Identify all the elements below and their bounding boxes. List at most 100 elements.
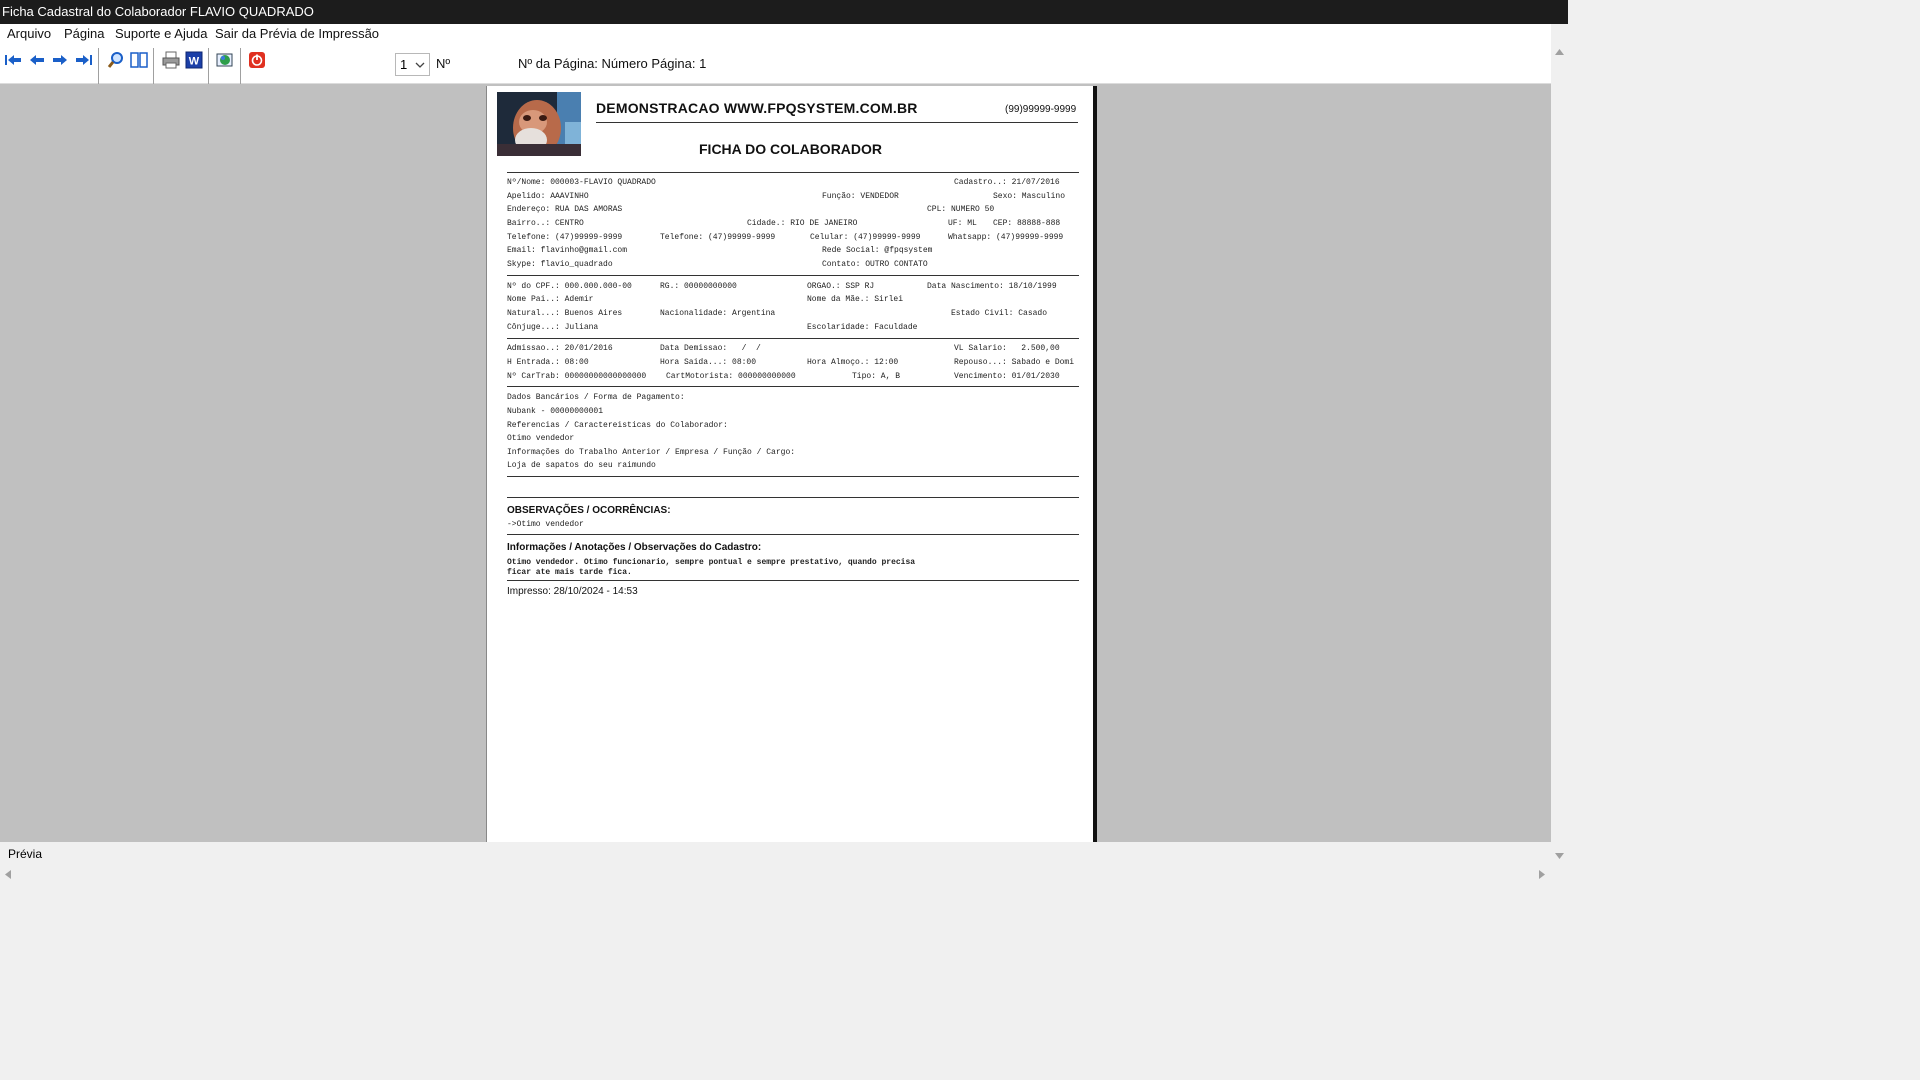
- field-escolaridade: Escolaridade: Faculdade: [807, 323, 918, 332]
- divider: [507, 275, 1079, 276]
- scroll-down-icon[interactable]: [1555, 853, 1564, 859]
- last-page-button[interactable]: [74, 50, 94, 70]
- field-nacionalidade: Nacionalidade: Argentina: [660, 309, 776, 318]
- field-cartrab: Nº CarTrab: 00000000000000000: [507, 372, 647, 381]
- menu-sair-previa[interactable]: Sair da Prévia de Impressão: [215, 26, 379, 41]
- field-orgao: ORGAO.: SSP RJ: [807, 282, 875, 291]
- close-preview-button[interactable]: [247, 50, 267, 70]
- field-natural: Natural...: Buenos Aires: [507, 309, 623, 318]
- field-apelido: Apelido: AAAVINHO: [507, 192, 589, 201]
- printed-timestamp: Impresso: 28/10/2024 - 14:53: [507, 586, 638, 597]
- field-funcao: Função: VENDEDOR: [822, 192, 899, 201]
- previous-page-button[interactable]: [27, 50, 47, 70]
- scrollbar-corner: [1551, 866, 1568, 882]
- field-endereco: Endereço: RUA DAS AMORAS: [507, 205, 623, 214]
- field-conjuge: Cônjuge...: Juliana: [507, 323, 599, 332]
- first-page-button[interactable]: [3, 50, 23, 70]
- web-export-button[interactable]: [215, 50, 235, 70]
- previous-job-value: Loja de sapatos do seu raimundo: [507, 461, 656, 470]
- field-salario: VL Salario: 2.500,00: [954, 344, 1060, 353]
- field-celular: Celular: (47)99999-9999: [810, 233, 921, 242]
- divider: [507, 534, 1079, 535]
- menu-bar: Arquivo Página Suporte e Ajuda Sair da P…: [0, 24, 1551, 44]
- field-almoco: Hora Almoço.: 12:00: [807, 358, 899, 367]
- window-title: Ficha Cadastral do Colaborador FLAVIO QU…: [0, 0, 1568, 24]
- employee-photo: [497, 92, 581, 156]
- report-page: DEMONSTRACAO WWW.FPQSYSTEM.COM.BR (99)99…: [486, 86, 1097, 842]
- page-layout-icon: [130, 52, 148, 68]
- zoom-icon: [107, 52, 123, 68]
- print-button[interactable]: [161, 50, 181, 70]
- field-nome: Nº/Nome: 000003-FLAVIO QUADRADO: [507, 178, 656, 187]
- scroll-up-icon[interactable]: [1555, 49, 1564, 55]
- page-info-text: Nº da Página: Número Página: 1: [518, 56, 707, 71]
- report-title: FICHA DO COLABORADOR: [699, 141, 883, 157]
- references-label: Referencias / Caractereisticas do Colabo…: [507, 421, 728, 430]
- notes-line-1: Otimo vendedor. Otimo funcionario, sempr…: [507, 558, 916, 567]
- field-contato: Contato: OUTRO CONTATO: [822, 260, 928, 269]
- company-name: DEMONSTRACAO WWW.FPQSYSTEM.COM.BR: [596, 100, 918, 116]
- zoom-button[interactable]: [106, 50, 126, 70]
- status-text: Prévia: [8, 847, 43, 861]
- page-layout-button[interactable]: [129, 50, 149, 70]
- field-email: Email: flavinho@gmail.com: [507, 246, 628, 255]
- divider: [507, 338, 1079, 339]
- toolbar: W 1 Nº Nº da Página: Número Página: 1: [0, 44, 1551, 84]
- menu-pagina[interactable]: Página: [64, 26, 104, 41]
- next-page-button[interactable]: [50, 50, 70, 70]
- scroll-left-icon[interactable]: [5, 870, 11, 879]
- vertical-scrollbar[interactable]: [1551, 44, 1568, 866]
- field-cpf: Nº do CPF.: 000.000.000-00: [507, 282, 632, 291]
- print-icon: [162, 51, 180, 69]
- menu-arquivo[interactable]: Arquivo: [7, 26, 51, 41]
- word-export-icon: W: [185, 51, 203, 69]
- field-saida: Hora Saida...: 08:00: [660, 358, 757, 367]
- print-preview-area[interactable]: DEMONSTRACAO WWW.FPQSYSTEM.COM.BR (99)99…: [0, 84, 1551, 842]
- toolbar-separator: [208, 48, 209, 84]
- notes-line-2: ficar ate mais tarde fica.: [507, 568, 632, 577]
- chevron-down-icon: [415, 62, 425, 68]
- divider: [507, 497, 1079, 498]
- toolbar-separator: [98, 48, 99, 84]
- bank-label: Dados Bancários / Forma de Pagamento:: [507, 393, 685, 402]
- toolbar-separator: [153, 48, 154, 84]
- field-tipo: Tipo: A, B: [852, 372, 901, 381]
- references-value: Otimo vendedor: [507, 434, 575, 443]
- page-no-label: Nº: [436, 56, 451, 71]
- divider: [507, 386, 1079, 387]
- observations-title: OBSERVAÇÕES / OCORRÊNCIAS:: [507, 505, 671, 516]
- field-vencimento: Vencimento: 01/01/2030: [954, 372, 1060, 381]
- divider: [507, 476, 1079, 477]
- divider: [596, 122, 1078, 123]
- field-whatsapp: Whatsapp: (47)99999-9999: [948, 233, 1064, 242]
- word-export-button[interactable]: W: [184, 50, 204, 70]
- field-uf: UF: ML: [948, 219, 977, 228]
- bank-value: Nubank - 00000000001: [507, 407, 604, 416]
- field-mae: Nome da Mãe.: Sirlei: [807, 295, 904, 304]
- field-repouso: Repouso...: Sabado e Domi: [954, 358, 1075, 367]
- field-telefone1: Telefone: (47)99999-9999: [507, 233, 623, 242]
- field-sexo: Sexo: Masculino: [993, 192, 1066, 201]
- divider: [507, 580, 1079, 581]
- next-page-icon: [53, 55, 67, 65]
- field-rede-social: Rede Social: @fpqsystem: [822, 246, 933, 255]
- status-bar: Prévia: [0, 842, 1551, 866]
- scroll-right-icon[interactable]: [1539, 870, 1545, 879]
- field-cpl: CPL: NUMERO 50: [927, 205, 995, 214]
- horizontal-scrollbar[interactable]: [0, 866, 1551, 882]
- field-bairro: Bairro..: CENTRO: [507, 219, 584, 228]
- svg-text:W: W: [189, 56, 200, 68]
- page-select-value: 1: [400, 57, 408, 72]
- close-preview-icon: [249, 52, 265, 68]
- field-estado-civil: Estado Civil: Casado: [951, 309, 1048, 318]
- first-page-icon: [5, 55, 21, 65]
- web-export-icon: [216, 53, 233, 67]
- field-rg: RG.: 00000000000: [660, 282, 737, 291]
- observations-text: ->Otimo vendedor: [507, 520, 584, 529]
- divider: [507, 172, 1079, 173]
- field-cartmotorista: CartMotorista: 000000000000: [666, 372, 796, 381]
- previous-job-label: Informações do Trabalho Anterior / Empre…: [507, 448, 796, 457]
- menu-suporte-ajuda[interactable]: Suporte e Ajuda: [115, 26, 208, 41]
- field-cadastro: Cadastro..: 21/07/2016: [954, 178, 1060, 187]
- page-number-select[interactable]: 1: [395, 53, 430, 76]
